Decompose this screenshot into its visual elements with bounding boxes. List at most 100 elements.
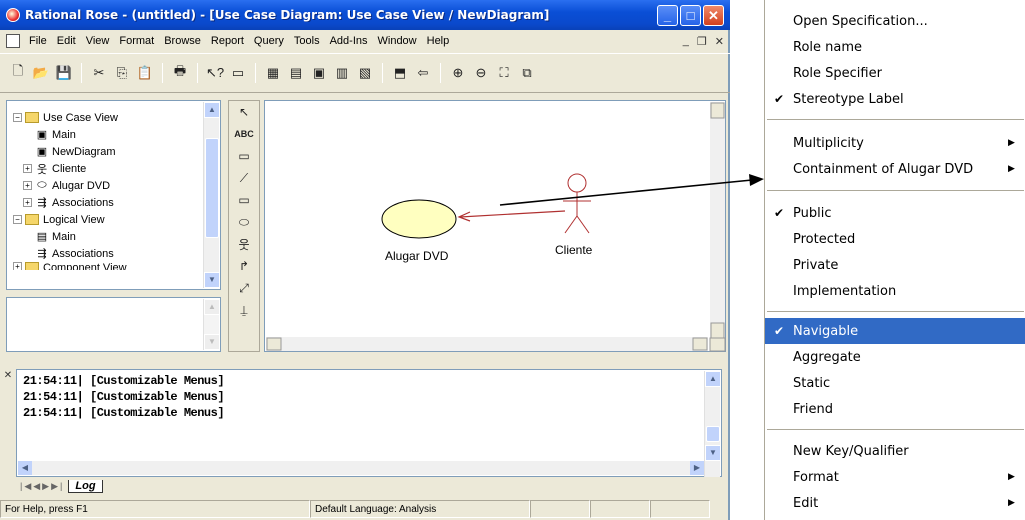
menu-item-protected[interactable]: Protected [765,226,1025,252]
context-help-icon[interactable]: ↖? [205,63,225,83]
menu-item-navigable[interactable]: ✔ Navigable [765,318,1025,344]
title-bar[interactable]: Rational Rose - (untitled) - [Use Case D… [0,0,730,30]
zoom-in-icon[interactable]: ⊕ [448,63,468,83]
tab-navigation-icon[interactable]: |◀◀▶▶| [16,481,68,492]
log-window[interactable]: 21:54:11| [Customizable Menus] 21:54:11|… [16,369,722,477]
menu-file[interactable]: File [24,35,52,47]
scroll-up-icon[interactable]: ▲ [705,371,721,387]
dependency-tool-icon[interactable]: ⤢ [229,277,259,299]
scroll-right-icon[interactable]: ▶ [690,461,704,475]
zoom-out-icon[interactable]: ⊖ [471,63,491,83]
browse-deployment-diagram-icon[interactable]: ▧ [355,63,375,83]
menu-item-private[interactable]: Private [765,252,1025,278]
close-button[interactable]: ✕ [703,4,724,26]
browse-component-diagram-icon[interactable]: ▣ [309,63,329,83]
tree-node-newdiagram[interactable]: ▣ NewDiagram [13,143,203,160]
view-documentation-icon[interactable]: ▭ [228,63,248,83]
scroll-right-icon[interactable] [692,337,708,351]
menu-view[interactable]: View [81,35,115,47]
document-system-icon[interactable] [6,34,20,48]
menu-item-containment[interactable]: Containment of Alugar DVD ▶ [765,156,1025,182]
tree-node-logical-view[interactable]: − Logical View [13,211,203,228]
use-case-tool-icon[interactable]: ⬭ [229,211,259,233]
new-file-icon[interactable]: 🗋 [8,63,28,83]
minimize-button[interactable]: _ [657,4,678,26]
menu-item-open-specification[interactable]: Open Specification... [765,8,1025,34]
menu-report[interactable]: Report [206,35,249,47]
tree-node-logical-associations[interactable]: ⇶ Associations [13,245,203,262]
scroll-down-icon[interactable]: ▼ [204,334,220,350]
actor-figure[interactable] [563,173,591,234]
copy-icon[interactable]: ⎘ [112,63,132,83]
menu-item-format[interactable]: Format ▶ [765,464,1025,490]
selection-tool-icon[interactable]: ↖ [229,101,259,123]
paste-icon[interactable]: 📋 [135,63,155,83]
menu-tools[interactable]: Tools [289,35,325,47]
menu-item-aggregate[interactable]: Aggregate [765,344,1025,370]
scroll-up-icon[interactable]: ▲ [204,102,220,118]
tree-node-alugar-dvd[interactable]: + ⬭ Alugar DVD [13,177,203,194]
scroll-up-icon[interactable] [710,102,725,119]
scroll-left-icon[interactable] [266,337,282,351]
undo-fit-icon[interactable]: ⧉ [517,63,537,83]
browse-parent-icon[interactable]: ⬒ [390,63,410,83]
unidirectional-association-tool-icon[interactable]: ↱ [229,255,259,277]
browse-interaction-diagram-icon[interactable]: ▤ [286,63,306,83]
log-vertical-scrollbar[interactable]: ▲ ▼ [704,371,721,477]
menu-item-public[interactable]: ✔ Public [765,200,1025,226]
menu-item-role-specifier[interactable]: Role Specifier [765,60,1025,86]
menu-add-ins[interactable]: Add-Ins [325,35,373,47]
tree-node-main[interactable]: ▣ Main [13,126,203,143]
menu-item-new-key-qualifier[interactable]: New Key/Qualifier [765,438,1025,464]
tree-node-associations[interactable]: + ⇶ Associations [13,194,203,211]
expand-icon[interactable]: + [23,164,32,173]
print-icon[interactable]: 🖶 [170,63,190,83]
documentation-window[interactable]: ▲ ▼ [6,297,221,352]
tab-log[interactable]: Log [68,479,103,493]
scroll-left-icon[interactable]: ◀ [18,461,32,475]
doc-close-icon[interactable]: ✕ [715,35,724,48]
doc-restore-icon[interactable]: ❐ [697,35,707,48]
tree-node-logical-main[interactable]: ▤ Main [13,228,203,245]
browser-vertical-scrollbar[interactable]: ▲ ▼ [203,102,220,288]
association-line[interactable] [459,210,566,218]
collapse-icon[interactable]: − [13,113,22,122]
canvas-vertical-scrollbar[interactable] [710,102,725,350]
use-case-ellipse[interactable] [381,199,457,239]
pan-hand-icon[interactable] [709,337,726,352]
cut-icon[interactable]: ✂ [89,63,109,83]
menu-item-multiplicity[interactable]: Multiplicity ▶ [765,130,1025,156]
menu-item-role-name[interactable]: Role name [765,34,1025,60]
menu-item-edit[interactable]: Edit ▶ [765,490,1025,516]
menu-window[interactable]: Window [373,35,422,47]
tree-node-component-view[interactable]: + Component View [13,262,203,270]
menu-item-static[interactable]: Static [765,370,1025,396]
menu-help[interactable]: Help [422,35,455,47]
expand-icon[interactable]: + [23,198,32,207]
menu-format[interactable]: Format [114,35,159,47]
browse-state-diagram-icon[interactable]: ▥ [332,63,352,83]
tree-node-cliente[interactable]: + 웃 Cliente [13,160,203,177]
menu-browse[interactable]: Browse [159,35,206,47]
text-box-tool[interactable]: ABC [229,123,259,145]
maximize-button[interactable]: □ [680,4,701,26]
diagram-canvas[interactable]: Alugar DVD Cliente [264,100,726,352]
note-tool-icon[interactable]: ▭ [229,145,259,167]
browse-previous-icon[interactable]: ⇦ [413,63,433,83]
menu-query[interactable]: Query [249,35,289,47]
scroll-down-icon[interactable]: ▼ [204,272,220,288]
browser-tree-panel[interactable]: − Use Case View ▣ Main ▣ NewDiagram + 웃 Clien… [6,100,221,290]
scrollbar-thumb[interactable] [706,426,720,442]
log-close-icon[interactable]: ✕ [2,370,14,396]
scroll-down-icon[interactable]: ▼ [705,445,721,461]
expand-icon[interactable]: + [23,181,32,190]
scroll-up-icon[interactable]: ▲ [204,299,220,315]
expand-icon[interactable]: + [13,262,22,270]
save-icon[interactable]: 💾 [54,63,74,83]
menu-item-implementation[interactable]: Implementation [765,278,1025,304]
anchor-note-tool-icon[interactable]: ⟋ [229,167,259,189]
package-tool-icon[interactable]: ▭ [229,189,259,211]
collapse-icon[interactable]: − [13,215,22,224]
tree-node-use-case-view[interactable]: − Use Case View [13,109,203,126]
scrollbar-thumb[interactable] [205,138,219,238]
